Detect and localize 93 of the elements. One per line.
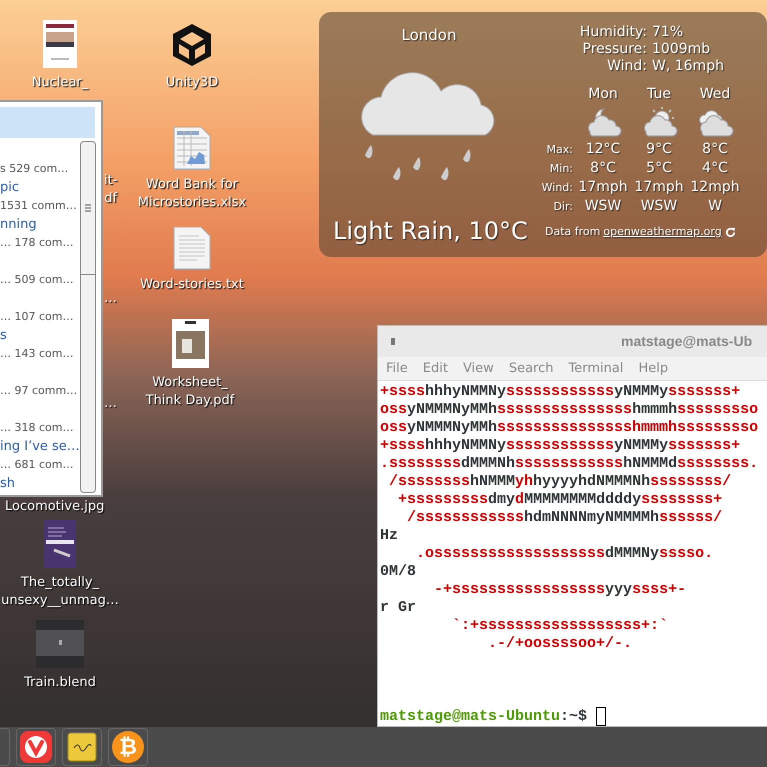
- bitcoin-taskbar-item[interactable]: ₿: [108, 728, 148, 766]
- icon-label[interactable]: it- df: [104, 172, 118, 208]
- terminal-line: +sssshhhyNMMNyssssssssssssyNMMMysssssss+: [380, 437, 740, 455]
- feed-item-title[interactable]: pic: [0, 180, 20, 195]
- shell-prompt: matstage@mats-Ubuntu:~$: [380, 708, 588, 726]
- terminal-line: +sssssssssdmydMMMMMMMMddddyssssssss+: [397, 491, 722, 509]
- icon-label[interactable]: Word Bank for Microstories.xlsx: [138, 176, 246, 212]
- icon-label[interactable]: Nuclear_: [32, 74, 88, 92]
- detail-label: Pressure:: [582, 41, 647, 58]
- spreadsheet-icon: [173, 126, 211, 170]
- detail-label: Wind:: [606, 58, 647, 75]
- forecast-value: 17mph: [633, 178, 685, 197]
- forecast-value: W: [707, 197, 723, 216]
- day-name: Tue: [646, 85, 672, 104]
- icon-label[interactable]: Unity3D: [166, 74, 218, 92]
- terminal-line: ossyNMMMNyMMhssssssssssssssshmmmhsssssssso: [380, 419, 758, 437]
- menu-item[interactable]: Edit: [422, 358, 448, 378]
- menu-item[interactable]: File: [386, 358, 408, 378]
- notes-taskbar-item[interactable]: [62, 728, 102, 766]
- terminal-line: /sssssssssssshdmNNNNmyNMMMMhssssss/: [406, 509, 722, 527]
- feed-item-title[interactable]: sh: [0, 476, 16, 491]
- menu-item[interactable]: Search: [508, 358, 554, 378]
- document-thumbnail-icon: [43, 20, 77, 68]
- feed-item-details: … 509 com…: [0, 272, 74, 288]
- terminal-line: .-/+oossssoo+/-.: [487, 635, 632, 653]
- detail-value: 71%: [652, 24, 684, 41]
- terminal-line: .ssssssssdMMMNhsssssssssssshNMMMdssssssss.: [380, 455, 758, 473]
- text-file-icon: [173, 226, 211, 270]
- day-name: Wed: [698, 85, 732, 104]
- terminal-line: -+sssssssssssssssssyyyssss+-: [433, 581, 686, 599]
- row-label: Min:: [548, 161, 574, 177]
- icon-label[interactable]: The_totally_ unsexy__unmag…: [1, 574, 119, 610]
- forecast-value: 4°C: [701, 159, 729, 178]
- forecast-value: 8°C: [701, 140, 729, 159]
- sticky-note-icon: [67, 732, 97, 762]
- forecast-value: 12mph: [689, 178, 741, 197]
- detail-value: 1009mb: [652, 41, 712, 58]
- feed-item-details: … 178 com…: [0, 235, 74, 251]
- menu-item[interactable]: Help: [638, 358, 668, 378]
- feed-item-details: … 143 com…: [0, 346, 74, 362]
- forecast-value: 12°C: [584, 140, 622, 159]
- terminal-line: 0M/8: [380, 563, 416, 581]
- forecast-value: WSW: [584, 197, 622, 216]
- feed-item-details: … 107 com…: [0, 309, 74, 325]
- feed-item-title[interactable]: nning: [0, 217, 37, 232]
- credit-text: Data from: [545, 224, 600, 240]
- terminal-line: `:+ssssssssssssssssss+:`: [451, 617, 668, 635]
- icon-label[interactable]: …: [104, 290, 117, 308]
- terminal-line: r Gr: [380, 599, 416, 617]
- window-title: matstage@mats-Ub: [621, 332, 752, 352]
- row-label: Max:: [546, 142, 574, 158]
- day-name: Mon: [587, 85, 619, 104]
- source-link[interactable]: openweathermap.org: [603, 224, 722, 240]
- forecast-value: 8°C: [589, 159, 617, 178]
- detail-label: Humidity:: [578, 24, 647, 41]
- feed-item-details: s 529 com…: [0, 161, 68, 177]
- document-thumbnail-icon: [172, 319, 208, 368]
- document-thumbnail-icon: [44, 520, 76, 568]
- feed-item-details: … 681 com…: [0, 457, 74, 473]
- text-cursor: [596, 707, 606, 726]
- icon-label[interactable]: Worksheet_ Think Day.pdf: [146, 374, 234, 410]
- city-name: London: [402, 25, 456, 46]
- feed-item-details: … 97 comm…: [0, 383, 78, 399]
- icon-label[interactable]: …: [104, 395, 117, 413]
- feed-item-details: … 318 com…: [0, 420, 74, 436]
- refresh-icon[interactable]: [724, 226, 736, 238]
- terminal-line: ossyNMMMNyMMhssssssssssssssshmmmhsssssssso: [380, 401, 758, 419]
- browser-logo-icon: [20, 731, 52, 763]
- row-label: Wind:: [540, 180, 574, 196]
- forecast-value: 5°C: [645, 159, 673, 178]
- menu-item[interactable]: Terminal: [568, 358, 624, 378]
- forecast-value: WSW: [640, 197, 678, 216]
- window-menu-icon[interactable]: [391, 338, 395, 346]
- icon-label[interactable]: Word-stories.txt: [140, 276, 244, 294]
- forecast-value: 17mph: [577, 178, 629, 197]
- icon-label[interactable]: Locomotive.jpg: [5, 498, 104, 516]
- grip-icon: [85, 204, 91, 212]
- scene-thumbnail-icon: [36, 620, 84, 668]
- scrollbar[interactable]: [80, 141, 96, 493]
- forecast-value: 9°C: [645, 140, 673, 159]
- icon-label[interactable]: Train.blend: [24, 674, 96, 692]
- menu-item[interactable]: View: [462, 358, 494, 378]
- terminal-line: +sssshhhyNMMNyssssssssssssyNMMMysssssss+: [380, 383, 740, 401]
- browser-taskbar-item[interactable]: [16, 728, 56, 766]
- terminal-line: /sssssssshNMMMyhhyyyyhdNMMMNhssssssss/: [388, 473, 732, 491]
- feed-item-details: 1531 comm…: [0, 198, 77, 214]
- row-label: Dir:: [552, 199, 574, 215]
- terminal-line: .osssssssssssssssssssdMMMNysssso.: [415, 545, 714, 563]
- terminal-line: Hz: [380, 527, 398, 545]
- current-conditions: Light Rain, 10°C: [332, 216, 528, 246]
- feed-item-title[interactable]: ing I’ve se…: [0, 439, 80, 454]
- detail-value: W, 16mph: [652, 58, 725, 75]
- feed-item-title[interactable]: s: [0, 328, 7, 343]
